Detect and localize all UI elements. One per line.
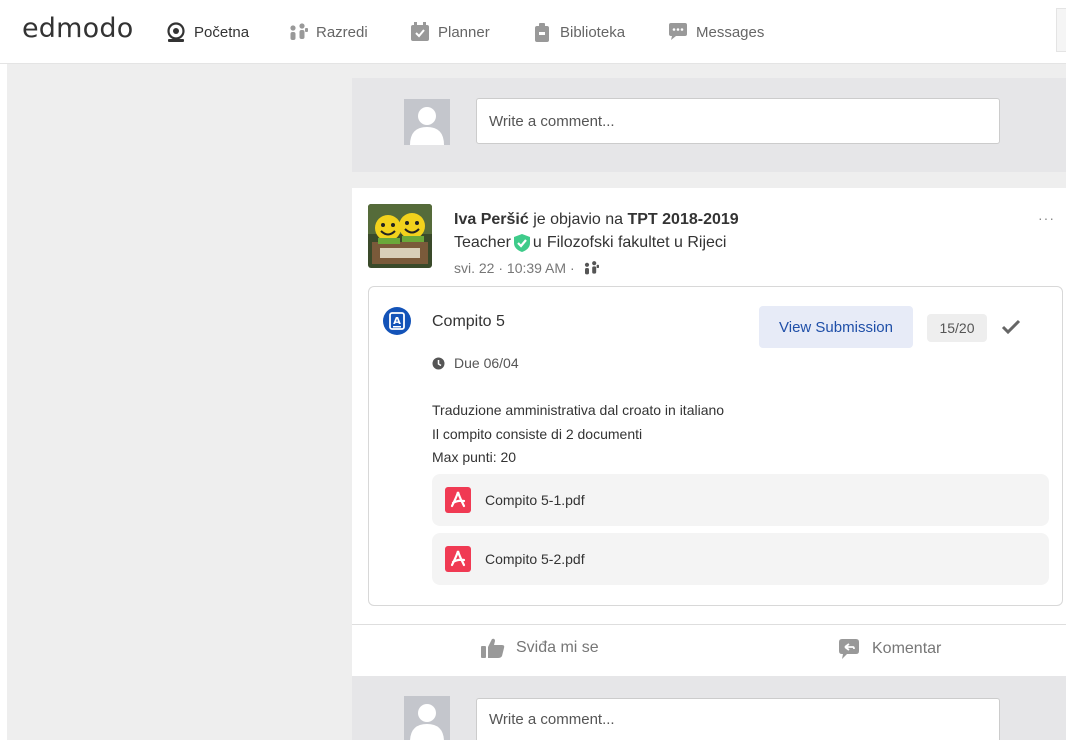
comment-label: Komentar bbox=[872, 640, 942, 657]
comment-input[interactable]: Write a comment... bbox=[476, 98, 1000, 144]
nav-home[interactable]: Početna bbox=[164, 20, 249, 44]
left-edge bbox=[0, 64, 7, 740]
post-header: Iva Peršić je objavio na TPT 2018-2019 bbox=[454, 208, 739, 232]
nav-planner-label: Planner bbox=[438, 23, 490, 41]
author-name[interactable]: Iva Peršić bbox=[454, 211, 529, 228]
comment-icon bbox=[836, 637, 872, 661]
due-date: Due 06/04 bbox=[432, 355, 519, 371]
home-icon bbox=[164, 21, 188, 43]
top-nav-bar: edmodo Početna Razredi Planner Bibliotek… bbox=[0, 0, 1066, 64]
post-comment-panel: Write a comment... bbox=[352, 676, 1066, 740]
like-label: Sviđa mi se bbox=[516, 639, 599, 656]
group-name[interactable]: TPT 2018-2019 bbox=[627, 211, 738, 228]
grade-badge: 15/20 bbox=[927, 314, 987, 342]
due-date-text: Due 06/04 bbox=[454, 355, 519, 371]
org-prefix: u bbox=[532, 234, 542, 251]
assignment-card[interactable]: A Compito 5 View Submission 15/20 Due 06… bbox=[368, 286, 1063, 606]
nav-classes[interactable]: Razredi bbox=[286, 20, 368, 44]
attachment-file[interactable]: Compito 5-1.pdf bbox=[432, 474, 1049, 526]
nav-messages[interactable]: Messages bbox=[666, 20, 764, 44]
nav-classes-label: Razredi bbox=[316, 23, 368, 41]
search-box-edge[interactable] bbox=[1056, 8, 1066, 52]
nav-library-label: Biblioteka bbox=[560, 23, 626, 41]
svg-text:A: A bbox=[393, 316, 401, 327]
nav-library[interactable]: Biblioteka bbox=[530, 20, 625, 44]
file-name: Compito 5-2.pdf bbox=[485, 551, 585, 567]
user-avatar bbox=[404, 696, 450, 740]
post-card: Iva Peršić je objavio na TPT 2018-2019 T… bbox=[352, 188, 1066, 676]
pdf-icon bbox=[445, 546, 471, 572]
nav-home-label: Početna bbox=[194, 23, 250, 41]
view-submission-button[interactable]: View Submission bbox=[759, 306, 913, 348]
previous-post-comment-panel: Write a comment... bbox=[352, 78, 1066, 172]
classes-icon bbox=[286, 21, 310, 43]
author-role: Teacher bbox=[454, 234, 511, 251]
more-options-icon[interactable]: ··· bbox=[1038, 210, 1055, 226]
edmodo-logo[interactable]: edmodo bbox=[22, 13, 133, 44]
sidebar-area bbox=[7, 64, 352, 740]
verified-badge-icon bbox=[512, 233, 532, 253]
post-actions: Sviđa mi se Komentar bbox=[352, 624, 1066, 676]
author-organization[interactable]: Filozofski fakultet u Rijeci bbox=[547, 231, 727, 255]
attachment-file[interactable]: Compito 5-2.pdf bbox=[432, 533, 1049, 585]
like-button[interactable]: Sviđa mi se bbox=[480, 637, 599, 659]
comment-input[interactable]: Write a comment... bbox=[476, 698, 1000, 740]
check-icon bbox=[999, 315, 1023, 339]
group-audience-icon bbox=[581, 260, 601, 276]
assignment-icon: A bbox=[383, 307, 411, 335]
planner-icon bbox=[408, 21, 432, 43]
pdf-icon bbox=[445, 487, 471, 513]
timestamp-text[interactable]: svi. 22 · 10:39 AM · bbox=[454, 260, 575, 276]
thumbs-up-icon bbox=[480, 637, 516, 659]
assignment-description: Traduzione amministrativa dal croato in … bbox=[432, 399, 724, 470]
description-line: Traduzione amministrativa dal croato in … bbox=[432, 402, 725, 418]
user-avatar bbox=[404, 99, 450, 145]
clock-icon bbox=[432, 357, 445, 370]
nav-messages-label: Messages bbox=[696, 23, 765, 41]
assignment-title[interactable]: Compito 5 bbox=[432, 313, 505, 331]
comment-button[interactable]: Komentar bbox=[836, 637, 941, 661]
nav-planner[interactable]: Planner bbox=[408, 20, 490, 44]
description-line: Il compito consiste di 2 documenti bbox=[432, 425, 643, 442]
messages-icon bbox=[666, 21, 690, 43]
library-icon bbox=[530, 21, 554, 43]
post-verb: je objavio na bbox=[533, 211, 624, 228]
author-avatar[interactable] bbox=[368, 204, 432, 268]
post-timestamp: svi. 22 · 10:39 AM · bbox=[454, 260, 601, 276]
author-subtitle: Teacher u Filozofski fakultet u Rijeci bbox=[454, 231, 726, 255]
file-name: Compito 5-1.pdf bbox=[485, 492, 585, 508]
description-line: Max punti: 20 bbox=[432, 449, 517, 465]
